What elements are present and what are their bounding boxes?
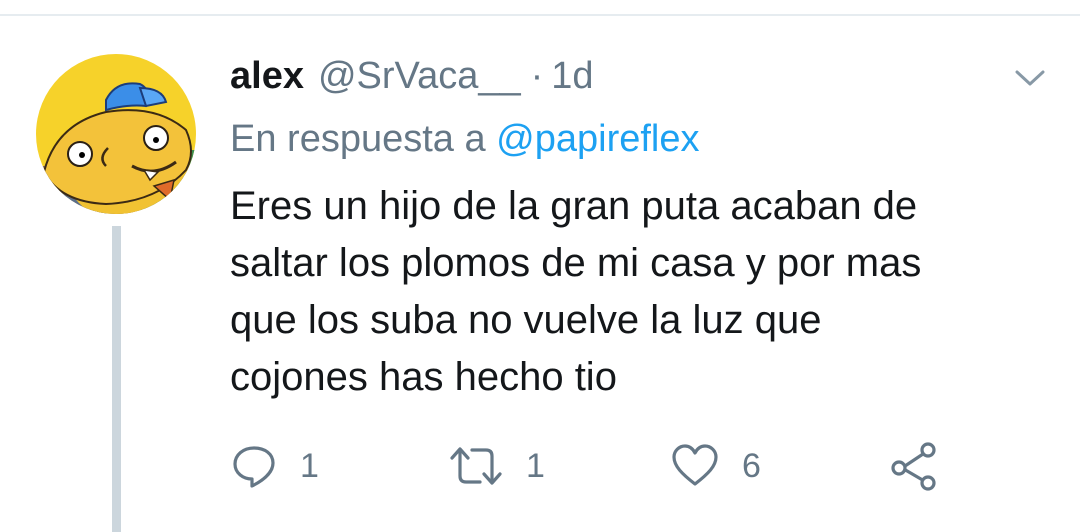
like-count: 6 (742, 446, 761, 485)
reply-button[interactable]: 1 (230, 436, 319, 496)
author-handle[interactable]: @SrVaca__ (318, 52, 521, 100)
share-icon (891, 442, 936, 491)
time-separator: · (530, 55, 544, 97)
heart-icon (672, 444, 718, 486)
tweet-text-line: saltar los plomos de mi casa y por mas (230, 241, 922, 285)
tweet-text-line: cojones has hecho tio (230, 355, 617, 399)
avatar-image (36, 54, 196, 214)
timestamp[interactable]: 1d (551, 52, 593, 100)
tweet-container: alex @SrVaca__ · 1d En respuesta a @papi… (0, 0, 1080, 532)
more-options-button[interactable] (1008, 60, 1052, 96)
retweet-button[interactable]: 1 (448, 436, 545, 496)
reply-prefix: En respuesta a (230, 118, 486, 160)
author-name[interactable]: alex (230, 52, 304, 100)
retweet-icon (450, 447, 502, 485)
tweet-text-line: Eres un hijo de la gran puta acaban de (230, 184, 918, 228)
share-button[interactable] (888, 436, 940, 496)
tweet-header: alex @SrVaca__ · 1d (230, 52, 594, 100)
tweet-actions: 1 1 6 (0, 436, 1080, 496)
tweet-text: Eres un hijo de la gran puta acaban de s… (230, 178, 1050, 406)
avatar[interactable] (36, 54, 196, 214)
like-button[interactable]: 6 (670, 436, 761, 496)
chevron-down-icon (1015, 70, 1045, 86)
reply-count: 1 (300, 446, 319, 485)
reply-context: En respuesta a @papireflex (230, 115, 700, 163)
tweet-text-line: que los suba no vuelve la luz que (230, 298, 822, 342)
reply-to-handle-link[interactable]: @papireflex (496, 118, 699, 160)
reply-icon (233, 446, 275, 488)
top-divider (0, 14, 1080, 16)
retweet-count: 1 (526, 446, 545, 485)
